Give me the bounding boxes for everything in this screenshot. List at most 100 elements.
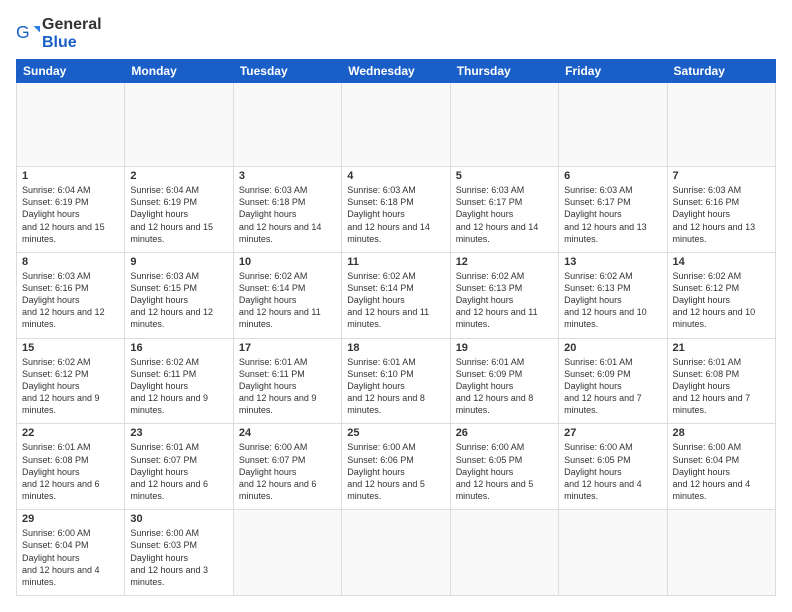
day-info: Sunrise: 6:01 AMSunset: 6:08 PMDaylight … xyxy=(673,356,770,417)
day-info: Sunrise: 6:02 AMSunset: 6:11 PMDaylight … xyxy=(130,356,227,417)
day-info: Sunrise: 6:03 AMSunset: 6:17 PMDaylight … xyxy=(456,184,553,245)
table-row xyxy=(342,83,450,167)
day-info: Sunrise: 6:03 AMSunset: 6:16 PMDaylight … xyxy=(22,270,119,331)
day-info: Sunrise: 6:00 AMSunset: 6:07 PMDaylight … xyxy=(239,441,336,502)
logo: G General Blue xyxy=(16,16,102,51)
table-row: 8 Sunrise: 6:03 AMSunset: 6:16 PMDaylight… xyxy=(17,252,125,338)
table-row xyxy=(233,510,341,596)
table-row: 6 Sunrise: 6:03 AMSunset: 6:17 PMDaylight… xyxy=(559,167,667,253)
col-tuesday: Tuesday xyxy=(233,60,341,83)
day-info: Sunrise: 6:02 AMSunset: 6:14 PMDaylight … xyxy=(239,270,336,331)
table-row: 27 Sunrise: 6:00 AMSunset: 6:05 PMDayligh… xyxy=(559,424,667,510)
table-row: 4Sunrise: 6:03 AMSunset: 6:18 PMDaylight… xyxy=(342,167,450,253)
table-row xyxy=(559,510,667,596)
col-friday: Friday xyxy=(559,60,667,83)
day-info: Sunrise: 6:00 AMSunset: 6:06 PMDaylight … xyxy=(347,441,444,502)
day-info: Sunrise: 6:04 AMSunset: 6:19 PMDaylight … xyxy=(130,184,227,245)
table-row xyxy=(667,83,775,167)
day-number: 4 xyxy=(347,170,444,182)
table-row: 13 Sunrise: 6:02 AMSunset: 6:13 PMDayligh… xyxy=(559,252,667,338)
day-number: 5 xyxy=(456,170,553,182)
day-number: 9 xyxy=(130,256,227,268)
day-info: Sunrise: 6:01 AMSunset: 6:09 PMDaylight … xyxy=(456,356,553,417)
day-number: 14 xyxy=(673,256,770,268)
table-row xyxy=(450,510,558,596)
day-info: Sunrise: 6:03 AMSunset: 6:15 PMDaylight … xyxy=(130,270,227,331)
day-info: Sunrise: 6:00 AMSunset: 6:04 PMDaylight … xyxy=(22,527,119,588)
day-number: 11 xyxy=(347,256,444,268)
day-info: Sunrise: 6:00 AMSunset: 6:05 PMDaylight … xyxy=(456,441,553,502)
day-info: Sunrise: 6:00 AMSunset: 6:04 PMDaylight … xyxy=(673,441,770,502)
day-number: 7 xyxy=(673,170,770,182)
table-row: 21 Sunrise: 6:01 AMSunset: 6:08 PMDayligh… xyxy=(667,338,775,424)
day-number: 20 xyxy=(564,342,661,354)
calendar-table: Sunday Monday Tuesday Wednesday Thursday… xyxy=(16,59,776,596)
day-info: Sunrise: 6:02 AMSunset: 6:13 PMDaylight … xyxy=(456,270,553,331)
table-row xyxy=(233,83,341,167)
table-row: 19 Sunrise: 6:01 AMSunset: 6:09 PMDayligh… xyxy=(450,338,558,424)
day-number: 27 xyxy=(564,427,661,439)
day-number: 19 xyxy=(456,342,553,354)
day-number: 8 xyxy=(22,256,119,268)
calendar-week-row: 29Sunrise: 6:00 AMSunset: 6:04 PMDayligh… xyxy=(17,510,776,596)
table-row: 10 Sunrise: 6:02 AMSunset: 6:14 PMDayligh… xyxy=(233,252,341,338)
table-row: 7Sunrise: 6:03 AMSunset: 6:16 PMDaylight… xyxy=(667,167,775,253)
day-info: Sunrise: 6:01 AMSunset: 6:07 PMDaylight … xyxy=(130,441,227,502)
day-number: 10 xyxy=(239,256,336,268)
table-row xyxy=(342,510,450,596)
table-row: 25 Sunrise: 6:00 AMSunset: 6:06 PMDayligh… xyxy=(342,424,450,510)
svg-text:G: G xyxy=(16,22,30,42)
table-row: 22Sunrise: 6:01 AMSunset: 6:08 PMDayligh… xyxy=(17,424,125,510)
table-row: 11 Sunrise: 6:02 AMSunset: 6:14 PMDayligh… xyxy=(342,252,450,338)
day-info: Sunrise: 6:00 AMSunset: 6:05 PMDaylight … xyxy=(564,441,661,502)
table-row: 2 Sunrise: 6:04 AMSunset: 6:19 PMDaylight… xyxy=(125,167,233,253)
table-row: 23Sunrise: 6:01 AMSunset: 6:07 PMDayligh… xyxy=(125,424,233,510)
table-row xyxy=(450,83,558,167)
day-number: 18 xyxy=(347,342,444,354)
day-number: 16 xyxy=(130,342,227,354)
calendar-week-row: 8 Sunrise: 6:03 AMSunset: 6:16 PMDaylight… xyxy=(17,252,776,338)
table-row: 30Sunrise: 6:00 AMSunset: 6:03 PMDayligh… xyxy=(125,510,233,596)
day-number: 17 xyxy=(239,342,336,354)
table-row: 29Sunrise: 6:00 AMSunset: 6:04 PMDayligh… xyxy=(17,510,125,596)
logo-icon: G xyxy=(16,22,40,46)
table-row xyxy=(667,510,775,596)
day-info: Sunrise: 6:03 AMSunset: 6:17 PMDaylight … xyxy=(564,184,661,245)
col-saturday: Saturday xyxy=(667,60,775,83)
day-number: 28 xyxy=(673,427,770,439)
day-info: Sunrise: 6:04 AMSunset: 6:19 PMDaylight … xyxy=(22,184,119,245)
day-number: 21 xyxy=(673,342,770,354)
day-info: Sunrise: 6:02 AMSunset: 6:12 PMDaylight … xyxy=(673,270,770,331)
day-number: 25 xyxy=(347,427,444,439)
table-row: 26Sunrise: 6:00 AMSunset: 6:05 PMDayligh… xyxy=(450,424,558,510)
day-number: 15 xyxy=(22,342,119,354)
day-info: Sunrise: 6:01 AMSunset: 6:10 PMDaylight … xyxy=(347,356,444,417)
day-info: Sunrise: 6:02 AMSunset: 6:13 PMDaylight … xyxy=(564,270,661,331)
col-thursday: Thursday xyxy=(450,60,558,83)
table-row: 18 Sunrise: 6:01 AMSunset: 6:10 PMDayligh… xyxy=(342,338,450,424)
calendar-week-row: 22Sunrise: 6:01 AMSunset: 6:08 PMDayligh… xyxy=(17,424,776,510)
day-info: Sunrise: 6:02 AMSunset: 6:12 PMDaylight … xyxy=(22,356,119,417)
table-row: 5 Sunrise: 6:03 AMSunset: 6:17 PMDaylight… xyxy=(450,167,558,253)
calendar-header-row: Sunday Monday Tuesday Wednesday Thursday… xyxy=(17,60,776,83)
logo-general: General xyxy=(42,16,102,33)
table-row xyxy=(125,83,233,167)
col-wednesday: Wednesday xyxy=(342,60,450,83)
table-row xyxy=(559,83,667,167)
table-row: 15 Sunrise: 6:02 AMSunset: 6:12 PMDayligh… xyxy=(17,338,125,424)
calendar-week-row: 15 Sunrise: 6:02 AMSunset: 6:12 PMDayligh… xyxy=(17,338,776,424)
table-row: 20Sunrise: 6:01 AMSunset: 6:09 PMDayligh… xyxy=(559,338,667,424)
day-number: 2 xyxy=(130,170,227,182)
logo-blue: Blue xyxy=(42,34,77,51)
table-row: 24 Sunrise: 6:00 AMSunset: 6:07 PMDayligh… xyxy=(233,424,341,510)
day-number: 22 xyxy=(22,427,119,439)
table-row: 1Sunrise: 6:04 AMSunset: 6:19 PMDaylight… xyxy=(17,167,125,253)
day-number: 24 xyxy=(239,427,336,439)
table-row: 12Sunrise: 6:02 AMSunset: 6:13 PMDayligh… xyxy=(450,252,558,338)
day-number: 13 xyxy=(564,256,661,268)
day-info: Sunrise: 6:02 AMSunset: 6:14 PMDaylight … xyxy=(347,270,444,331)
day-number: 6 xyxy=(564,170,661,182)
table-row: 14 Sunrise: 6:02 AMSunset: 6:12 PMDayligh… xyxy=(667,252,775,338)
table-row: 17Sunrise: 6:01 AMSunset: 6:11 PMDayligh… xyxy=(233,338,341,424)
table-row: 9 Sunrise: 6:03 AMSunset: 6:15 PMDaylight… xyxy=(125,252,233,338)
